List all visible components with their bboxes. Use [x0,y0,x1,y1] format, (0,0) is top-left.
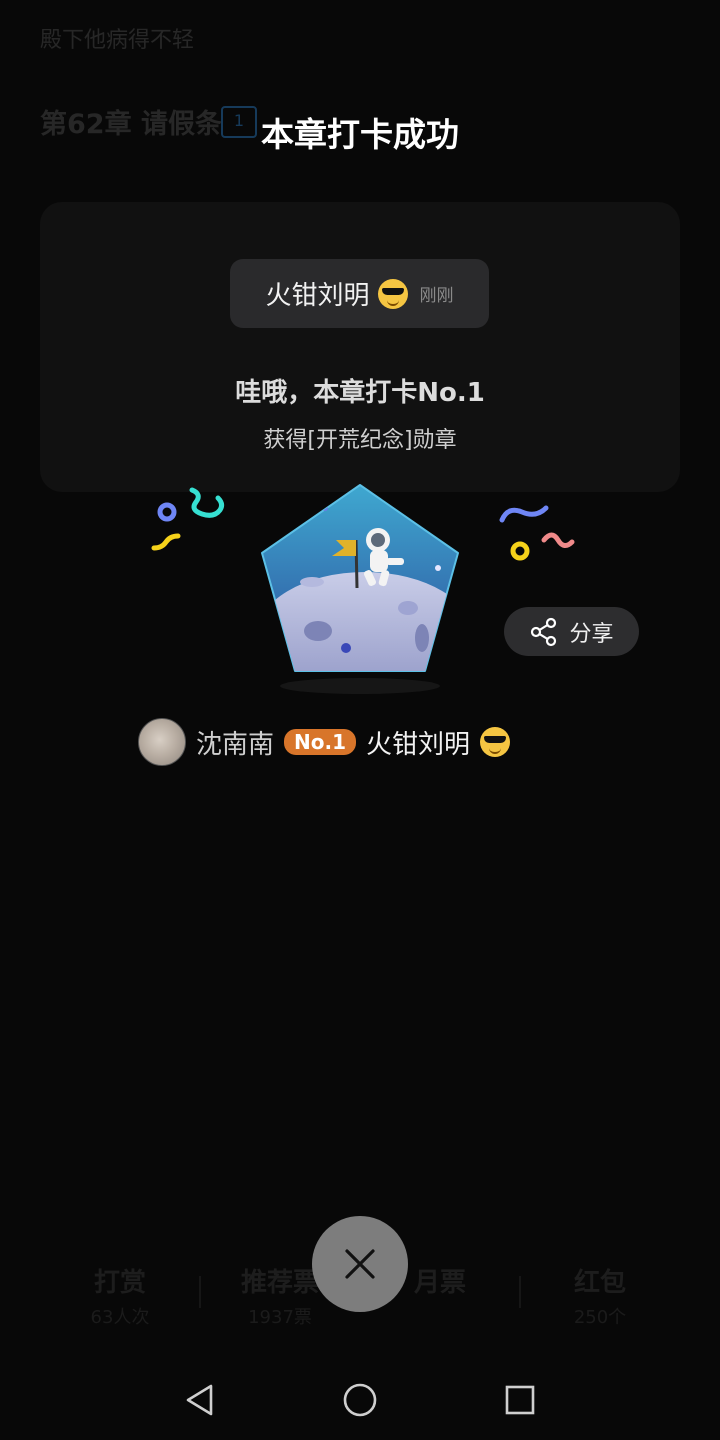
stat-redpacket: 红包 250个 [520,1262,680,1329]
close-button[interactable] [312,1216,408,1312]
nav-recent-button[interactable] [480,1360,560,1440]
stat-reward-title: 打赏 [93,1268,146,1298]
stat-recommend-sub: 1937票 [248,1307,312,1328]
book-subtitle: 殿下他病得不轻 [40,28,195,53]
recent-apps-icon [505,1385,535,1415]
nav-home-button[interactable] [320,1360,400,1440]
toast-user-name: 火钳刘明 [265,281,370,311]
rank-row: 沈南南 No.1 火钳刘明 [138,718,511,766]
dialog-title: 本章打卡成功 [261,115,459,154]
rank-number-badge: No.1 [284,729,357,755]
medal-illustration [151,484,575,694]
sunglasses-emoji-icon [480,727,511,757]
share-button-label: 分享 [569,621,614,647]
toast-time: 刚刚 [419,286,454,306]
home-icon [343,1383,377,1417]
stat-reward: 打赏 63人次 [40,1262,200,1329]
sunglasses-emoji-icon [377,278,408,309]
system-nav-bar [0,1360,720,1440]
close-icon [345,1249,375,1279]
confetti-left [151,487,225,551]
rank-comment-text: 火钳刘明 [366,729,471,760]
rank-user-name[interactable]: 沈南南 [196,724,274,761]
medal-gained-text: 获得[开荒纪念]勋章 [263,428,457,453]
share-icon [531,617,557,646]
back-icon [186,1384,213,1416]
nav-back-button[interactable] [160,1360,240,1440]
share-button[interactable]: 分享 [504,607,639,656]
stat-redpacket-title: 红包 [573,1268,626,1298]
stat-reward-sub: 63人次 [90,1307,150,1328]
confetti-right [499,505,575,561]
checkin-toast: 火钳刘明 刚刚 [230,259,489,328]
avatar[interactable] [138,718,186,766]
checkin-rank-text: 哇哦，本章打卡No.1 [235,378,485,408]
stat-redpacket-sub: 250个 [573,1307,627,1328]
